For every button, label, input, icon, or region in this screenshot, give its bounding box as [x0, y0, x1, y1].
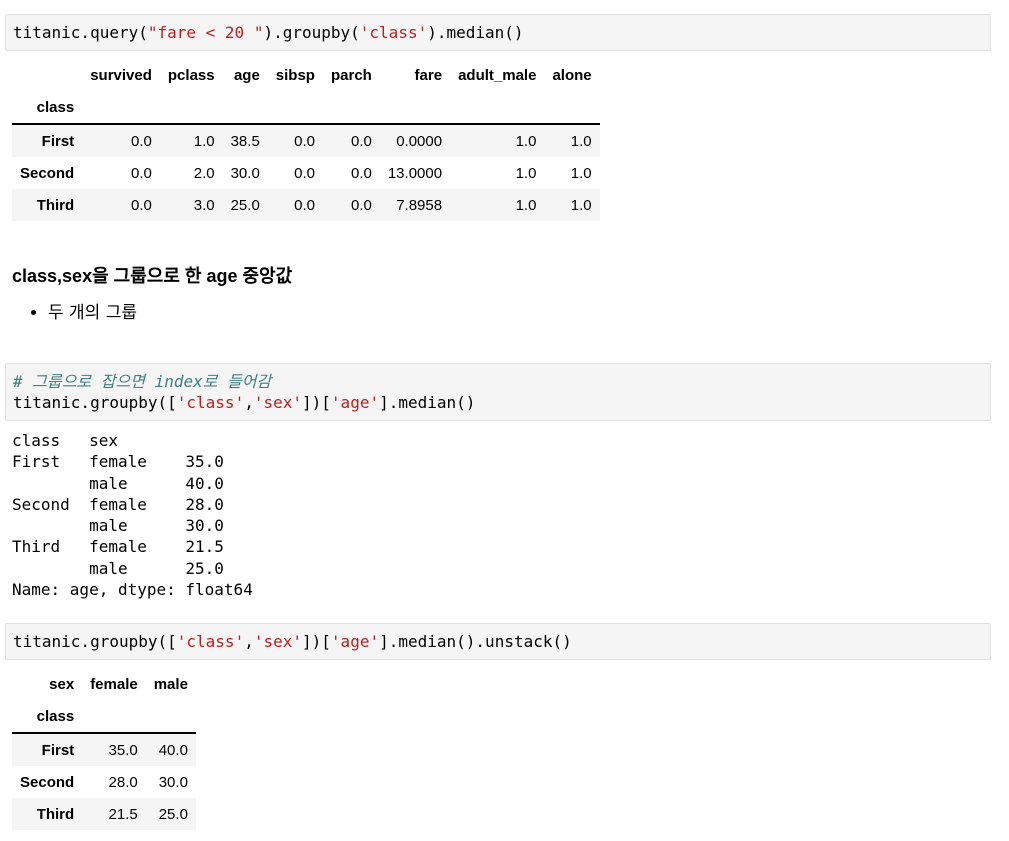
table-cell: 1.0	[515, 196, 537, 214]
index-name: class	[12, 91, 83, 125]
table-cell: 0.0	[350, 196, 372, 214]
column-header: alone	[552, 66, 592, 84]
output-line: Name: age, dtype: float64	[12, 580, 253, 600]
output-line: male 30.0	[12, 516, 224, 536]
table-cell: 7.8958	[396, 196, 443, 214]
code-string: 'class'	[176, 393, 245, 412]
index-name-row: class	[12, 91, 600, 125]
table-cell: 0.0	[350, 164, 372, 182]
table-cell: 0.0000	[396, 132, 443, 150]
table-cell: 0.0	[131, 132, 152, 150]
table-cell: 1.0	[515, 132, 537, 150]
code-text: ).median()	[427, 23, 524, 42]
column-header: adult_male	[458, 66, 537, 84]
code-text: ])[	[302, 632, 331, 651]
table-row: Second 28.0 30.0	[12, 766, 196, 798]
code-string: 'class'	[176, 632, 245, 651]
markdown-bullet-list: 두 개의 그룹	[12, 300, 137, 326]
code-string: 'class'	[359, 23, 428, 42]
code-string: 'sex'	[253, 393, 303, 412]
output-line: male 25.0	[12, 558, 224, 578]
code-text: ].median()	[379, 393, 476, 412]
column-header-row: sex female male	[12, 668, 196, 700]
table-cell: 13.0000	[387, 164, 443, 182]
code-cell-groupby-median[interactable]: # 그룹으로 잡으면 index로 들어감 titanic.groupby(['…	[5, 363, 991, 421]
column-header: parch	[330, 66, 372, 84]
table-cell: 0.0	[131, 196, 152, 214]
table-cell: 1.0	[570, 132, 592, 150]
table-cell: 38.5	[230, 132, 260, 150]
column-header: sibsp	[275, 66, 315, 84]
code-comment: # 그룹으로 잡으면 index로 들어감	[13, 372, 272, 391]
row-label: Third	[36, 196, 75, 214]
code-string: 'age'	[330, 632, 380, 651]
table-cell: 35.0	[108, 741, 138, 759]
code-cell-query[interactable]: titanic.query("fare < 20 ").groupby('cla…	[5, 14, 991, 51]
table-row: First 0.0 1.0 38.5 0.0 0.0 0.0000 1.0 1.…	[12, 124, 600, 157]
code-string: "fare < 20 "	[147, 23, 264, 42]
code-text: ])[	[302, 393, 331, 412]
table-row: First 35.0 40.0	[12, 733, 196, 766]
code-text: titanic.groupby([	[13, 632, 177, 651]
columns-name: sex	[49, 675, 75, 693]
index-name: class	[12, 700, 83, 734]
code-string: 'sex'	[253, 632, 303, 651]
code-text: ,	[244, 632, 254, 651]
code-text: ].median().unstack()	[379, 632, 572, 651]
table-cell: 0.0	[294, 196, 315, 214]
table-cell: 21.5	[108, 805, 138, 823]
row-label: First	[41, 741, 75, 759]
table-row: Second 0.0 2.0 30.0 0.0 0.0 13.0000 1.0 …	[12, 157, 600, 189]
output-line: Third female 21.5	[12, 537, 224, 557]
column-header: female	[90, 675, 138, 693]
row-label: First	[41, 132, 75, 150]
column-header: fare	[414, 66, 443, 84]
table-cell: 25.0	[230, 196, 260, 214]
code-text: titanic.groupby([	[13, 393, 177, 412]
table-cell: 0.0	[350, 132, 372, 150]
table-cell: 1.0	[570, 164, 592, 182]
table-cell: 0.0	[294, 164, 315, 182]
dataframe-output-unstack: sex female male class First 35.0 40.0 Se…	[12, 668, 196, 830]
table-cell: 0.0	[294, 132, 315, 150]
table-cell: 1.0	[570, 196, 592, 214]
table-cell: 30.0	[158, 773, 188, 791]
code-text: titanic.query(	[13, 23, 148, 42]
row-label: Second	[20, 773, 75, 791]
output-line: Second female 28.0	[12, 494, 224, 514]
column-header: pclass	[167, 66, 215, 84]
table-cell: 40.0	[158, 741, 188, 759]
series-output: class sex First female 35.0 male 40.0 Seco…	[12, 430, 253, 600]
table-cell: 2.0	[193, 164, 215, 182]
table-row: Third 0.0 3.0 25.0 0.0 0.0 7.8958 1.0 1.…	[12, 189, 600, 221]
column-header: survived	[90, 66, 152, 84]
corner-cell	[12, 59, 82, 91]
row-label: Second	[20, 164, 75, 182]
column-header-row: survived pclass age sibsp parch fare adu…	[12, 59, 600, 91]
table-cell: 1.0	[193, 132, 215, 150]
code-text: ).groupby(	[263, 23, 360, 42]
code-cell-unstack[interactable]: titanic.groupby(['class','sex'])['age'].…	[5, 623, 991, 660]
code-string: 'age'	[330, 393, 380, 412]
row-label: Third	[36, 805, 75, 823]
output-line: male 40.0	[12, 473, 224, 493]
dataframe-output-median-by-class: survived pclass age sibsp parch fare adu…	[12, 59, 600, 221]
code-text: ,	[244, 393, 254, 412]
output-line: class sex	[12, 431, 118, 450]
markdown-heading: class,sex을 그룹으로 한 age 중앙값	[12, 266, 293, 286]
index-name-row: class	[12, 700, 196, 734]
table-cell: 1.0	[515, 164, 537, 182]
output-line: First female 35.0	[12, 452, 224, 472]
list-item: 두 개의 그룹	[48, 300, 137, 326]
table-cell: 3.0	[193, 196, 215, 214]
table-cell: 25.0	[158, 805, 188, 823]
column-header: age	[233, 66, 260, 84]
table-cell: 0.0	[131, 164, 152, 182]
column-header: male	[153, 675, 188, 693]
table-cell: 28.0	[108, 773, 138, 791]
table-row: Third 21.5 25.0	[12, 798, 196, 830]
table-cell: 30.0	[230, 164, 260, 182]
